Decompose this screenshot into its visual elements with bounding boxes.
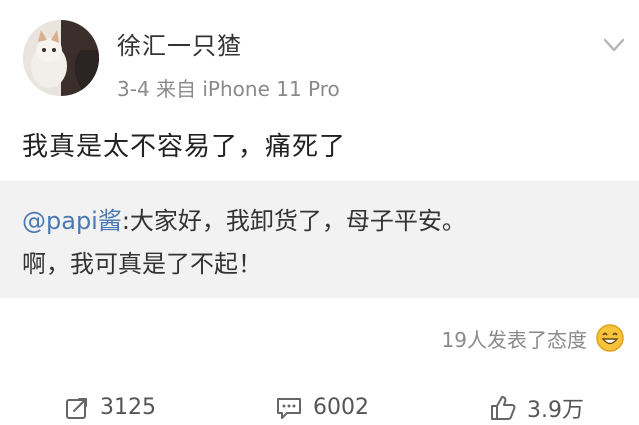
avatar-cat-photo	[23, 20, 99, 96]
like-button[interactable]: 3.9万	[489, 390, 584, 425]
mention-link[interactable]: @papi酱	[22, 207, 122, 235]
avatar[interactable]	[23, 20, 99, 96]
comment-count: 6002	[313, 395, 369, 420]
reactions-summary[interactable]: 19人发表了态度	[442, 320, 625, 356]
repost-icon	[66, 397, 87, 419]
action-bar: 3125 6002 3.9万	[0, 390, 639, 425]
post-username[interactable]: 徐汇一只猹	[117, 26, 242, 61]
repost-button[interactable]: 3125	[64, 390, 156, 425]
quoted-post[interactable]: @papi酱:大家好，我卸货了，母子平安。 啊，我可真是了不起！	[0, 181, 639, 298]
quoted-post-line1: @papi酱:大家好，我卸货了，母子平安。	[22, 201, 466, 236]
comment-icon	[277, 397, 301, 419]
post-text: 我真是太不容易了，痛死了	[22, 132, 347, 162]
post-meta: 3-4 来自 iPhone 11 Pro	[117, 77, 340, 101]
comment-button[interactable]: 6002	[275, 390, 369, 425]
smile-face-icon	[596, 324, 624, 352]
chevron-down-icon[interactable]	[601, 32, 627, 58]
repost-count: 3125	[100, 395, 156, 420]
reactions-text: 19人发表了态度	[441, 327, 587, 352]
quoted-post-text-1: :大家好，我卸货了，母子平安。	[121, 207, 466, 235]
quoted-post-line2: 啊，我可真是了不起！	[22, 250, 262, 278]
thumbs-up-icon	[491, 395, 516, 420]
like-count: 3.9万	[527, 397, 584, 423]
